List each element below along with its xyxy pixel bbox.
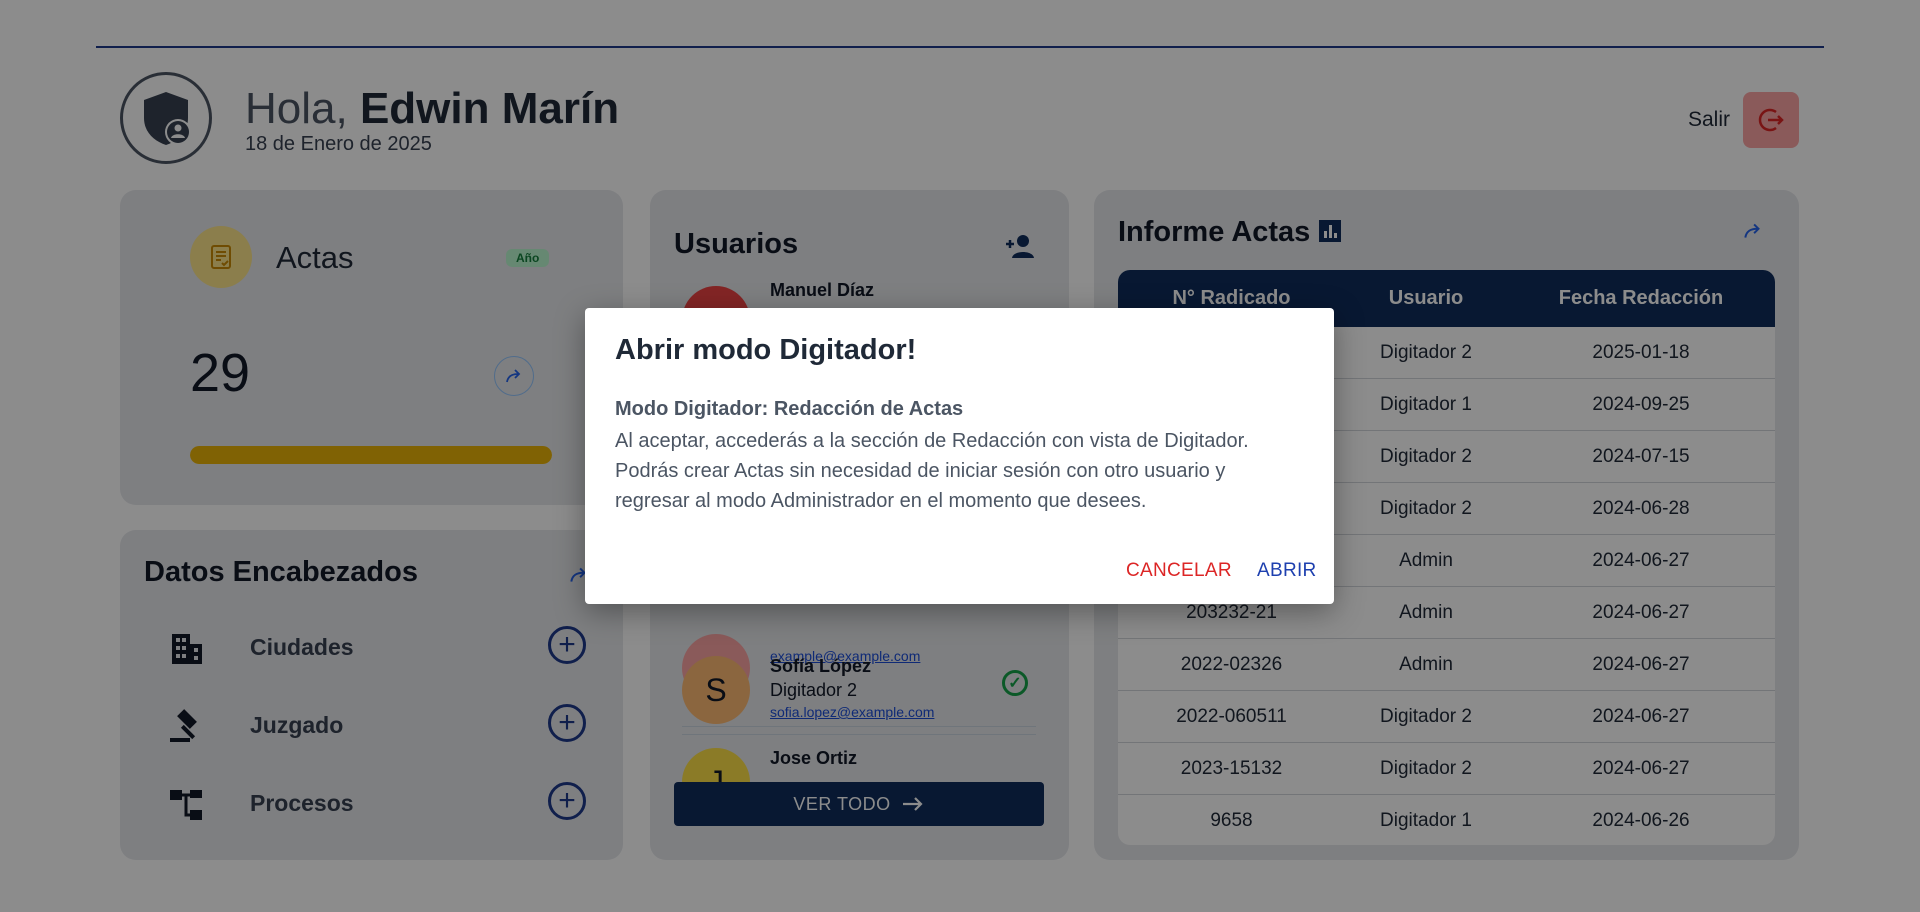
- digitador-modal: Abrir modo Digitador! Modo Digitador: Re…: [585, 308, 1334, 604]
- modal-subtitle: Modo Digitador: Redacción de Actas: [615, 398, 964, 420]
- modal-title: Abrir modo Digitador!: [615, 334, 917, 366]
- cancel-button[interactable]: CANCELAR: [1126, 560, 1232, 582]
- modal-text: Al aceptar, accederás a la sección de Re…: [615, 430, 1249, 512]
- open-button[interactable]: ABRIR: [1257, 560, 1317, 582]
